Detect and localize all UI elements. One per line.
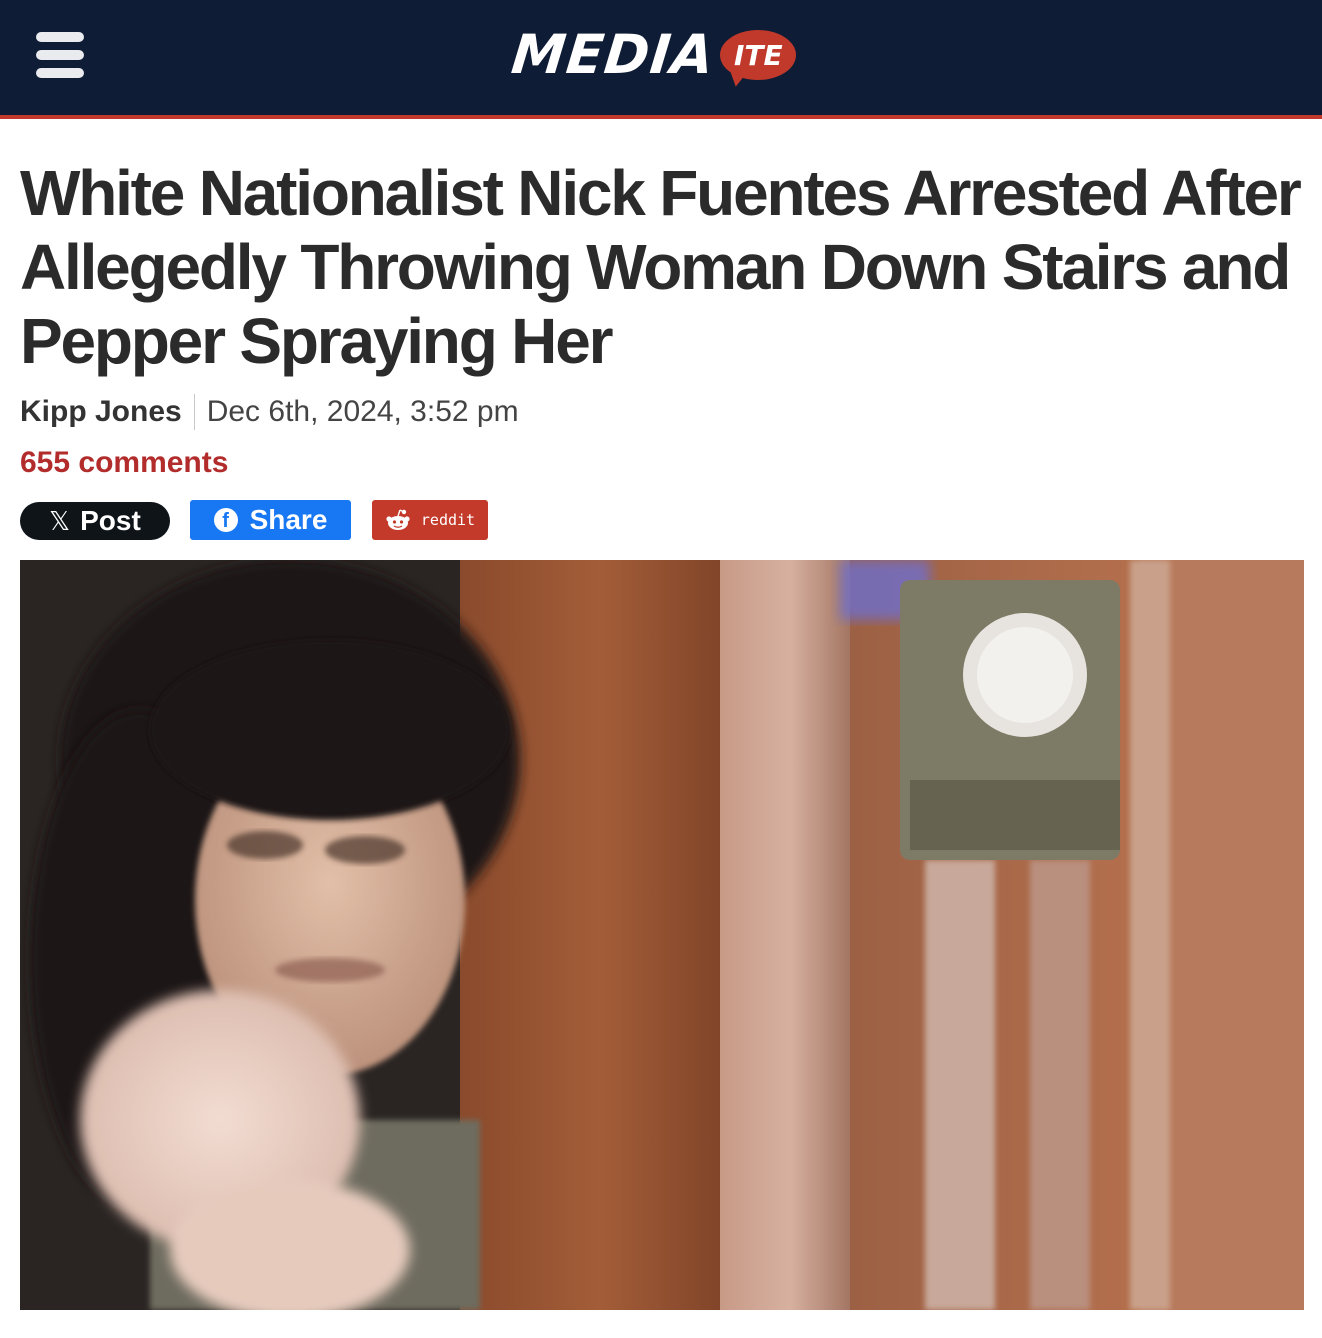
logo-speech-bubble: ITE <box>720 30 797 80</box>
logo-wordmark: MEDIA <box>508 22 718 86</box>
x-post-label: Post <box>80 505 141 536</box>
publish-date: Dec 6th, 2024, 3:52 pm <box>206 395 519 428</box>
byline: Kipp Jones Dec 6th, 2024, 3:52 pm <box>20 394 519 430</box>
menu-bar <box>36 50 84 60</box>
hero-photo-illustration <box>20 560 1304 1310</box>
menu-bar <box>36 32 84 42</box>
x-post-button[interactable]: 𝕏 Post <box>20 502 170 540</box>
facebook-share-button[interactable]: f Share <box>190 500 351 540</box>
x-logo-icon: 𝕏 <box>49 505 71 536</box>
facebook-share-label: Share <box>249 504 328 535</box>
reddit-alien-icon <box>386 509 410 530</box>
header-accent-line <box>0 115 1322 119</box>
article-headline: White Nationalist Nick Fuentes Arrested … <box>20 157 1302 377</box>
site-header: MEDIA ITE <box>0 0 1322 115</box>
author-link[interactable]: Kipp Jones <box>20 395 182 429</box>
hamburger-menu-icon[interactable] <box>36 32 84 78</box>
hero-image <box>20 560 1304 1310</box>
comments-link[interactable]: 655 comments <box>20 446 228 480</box>
byline-divider <box>193 394 195 430</box>
facebook-icon: f <box>213 508 238 532</box>
site-logo[interactable]: MEDIA ITE <box>508 22 797 86</box>
menu-bar <box>36 68 84 78</box>
reddit-share-label: reddit <box>420 511 476 529</box>
reddit-share-button[interactable]: reddit <box>372 500 488 540</box>
